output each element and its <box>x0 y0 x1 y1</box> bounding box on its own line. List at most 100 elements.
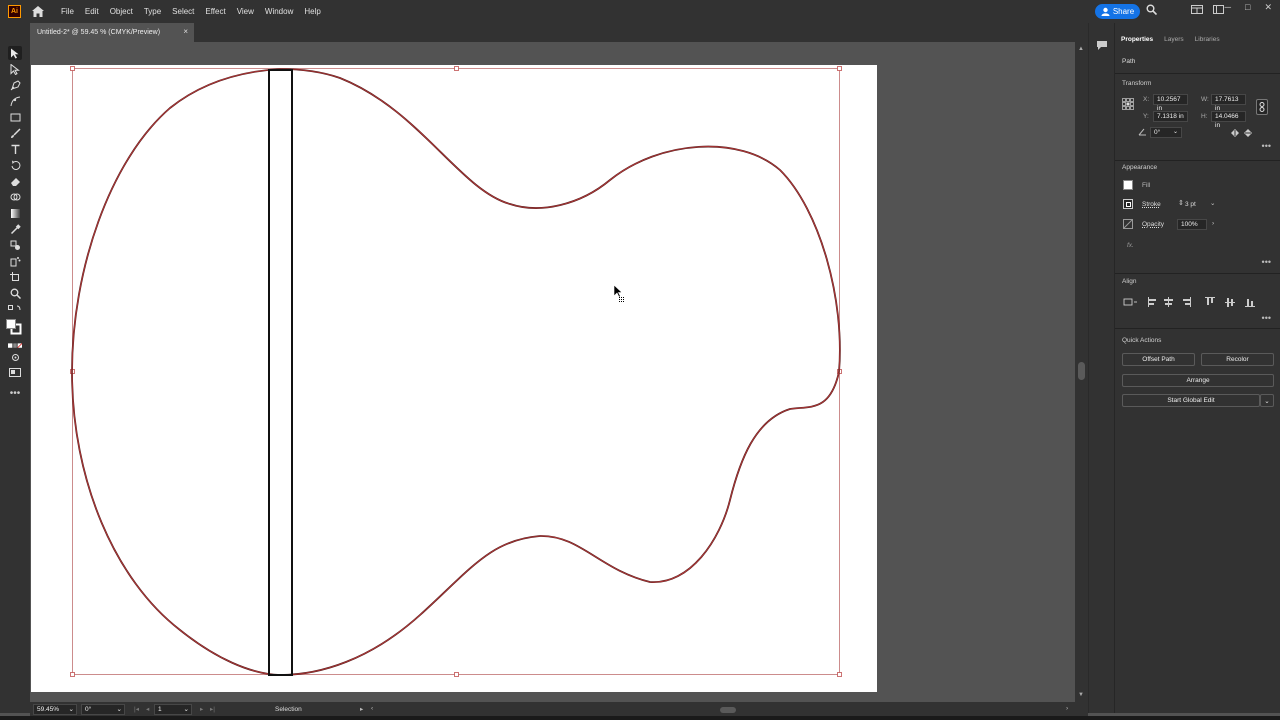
home-icon[interactable] <box>31 5 45 19</box>
scroll-down-icon[interactable]: ▼ <box>1078 692 1084 698</box>
workspace-icon[interactable] <box>1213 5 1224 14</box>
align-buttons[interactable] <box>1123 296 1273 308</box>
horizontal-scrollbar-thumb[interactable] <box>720 707 736 713</box>
artboard-number-field[interactable]: 1 ⌄ <box>154 704 192 715</box>
window-controls: ─ □ ✕ <box>1225 2 1272 13</box>
neck-rectangle <box>268 69 293 676</box>
menu-select[interactable]: Select <box>172 7 194 16</box>
menu-file[interactable]: File <box>61 7 74 16</box>
zoom-field[interactable]: 59.45% ⌄ <box>33 704 77 715</box>
menu-type[interactable]: Type <box>144 7 161 16</box>
opacity-expand-icon[interactable]: › <box>1212 220 1214 227</box>
previous-artboard-icon[interactable]: ◂ <box>146 705 149 713</box>
y-field[interactable]: 7.1318 in <box>1153 111 1188 122</box>
opacity-label[interactable]: Opacity <box>1142 221 1164 228</box>
stroke-stepper-icon[interactable]: ⇕ <box>1178 199 1184 207</box>
align-more-icon[interactable]: ••• <box>1262 313 1271 323</box>
tab-libraries[interactable]: Libraries <box>1195 36 1220 43</box>
menu-view[interactable]: View <box>237 7 254 16</box>
h-field[interactable]: 14.0466 in <box>1211 111 1246 129</box>
direct-selection-tool-icon[interactable] <box>8 62 22 76</box>
fill-swatch[interactable] <box>1123 180 1133 190</box>
appearance-more-icon[interactable]: ••• <box>1262 257 1271 267</box>
arrange-documents-icon[interactable] <box>1191 5 1203 14</box>
document-tab-title: Untitled-2* @ 59.45 % (CMYK/Preview) <box>37 29 161 36</box>
curvature-tool-icon[interactable] <box>8 94 22 108</box>
menu-help[interactable]: Help <box>304 7 320 16</box>
eraser-tool-icon[interactable] <box>8 174 22 188</box>
scroll-up-icon[interactable]: ▲ <box>1078 46 1084 52</box>
stroke-weight-value[interactable]: 3 pt <box>1185 201 1196 208</box>
tab-layers[interactable]: Layers <box>1164 36 1184 43</box>
stroke-dropdown-icon[interactable]: ⌄ <box>1210 199 1215 207</box>
start-global-edit-button[interactable]: Start Global Edit <box>1122 394 1260 407</box>
document-tab[interactable]: Untitled-2* @ 59.45 % (CMYK/Preview) × <box>30 23 194 42</box>
offset-path-button[interactable]: Offset Path <box>1122 353 1195 366</box>
menu-edit[interactable]: Edit <box>85 7 99 16</box>
quick-actions-title: Quick Actions <box>1122 337 1162 344</box>
next-artboard-icon[interactable]: ▸ <box>200 705 203 713</box>
paintbrush-tool-icon[interactable] <box>8 126 22 140</box>
opacity-field[interactable]: 100% <box>1177 219 1207 230</box>
rotate-view-value: 0° <box>85 706 92 713</box>
maximize-icon[interactable]: □ <box>1245 2 1250 13</box>
x-field[interactable]: 10.2567 in <box>1153 94 1188 112</box>
recolor-button[interactable]: Recolor <box>1201 353 1274 366</box>
global-edit-options-icon[interactable]: ⌄ <box>1260 394 1274 407</box>
rotate-tool-icon[interactable] <box>8 158 22 172</box>
rectangle-tool-icon[interactable] <box>8 110 22 124</box>
shape-builder-tool-icon[interactable] <box>8 190 22 204</box>
reference-point-icon[interactable] <box>1122 98 1134 110</box>
tab-properties[interactable]: Properties <box>1121 36 1153 43</box>
rotate-angle-field[interactable]: 0° ⌄ <box>1150 127 1182 138</box>
eyedropper-tool-icon[interactable] <box>8 222 22 236</box>
type-tool-icon[interactable] <box>8 142 22 156</box>
screen-mode-icon[interactable] <box>8 366 22 380</box>
scroll-right-icon[interactable]: › <box>1066 705 1068 712</box>
rotate-view-field[interactable]: 0° ⌄ <box>81 704 125 715</box>
angle-icon <box>1138 128 1146 136</box>
status-menu-icon[interactable]: ▸ <box>360 705 363 713</box>
close-window-icon[interactable]: ✕ <box>1264 2 1272 13</box>
pen-tool-icon[interactable] <box>8 78 22 92</box>
w-field[interactable]: 17.7613 in <box>1211 94 1246 112</box>
artboard-tool-icon[interactable] <box>8 270 22 284</box>
flip-horizontal-icon[interactable] <box>1230 129 1240 137</box>
share-button[interactable]: Share <box>1095 4 1140 19</box>
menu-window[interactable]: Window <box>265 7 293 16</box>
effects-fx-icon[interactable]: fx. <box>1127 242 1134 249</box>
fill-stroke-swatch[interactable] <box>6 319 22 335</box>
constrain-proportions-icon[interactable] <box>1256 99 1268 115</box>
symbol-sprayer-tool-icon[interactable] <box>8 254 22 268</box>
swap-fill-stroke-icon[interactable] <box>8 303 22 317</box>
stroke-label[interactable]: Stroke <box>1142 201 1161 208</box>
draw-mode-icon[interactable] <box>8 350 22 364</box>
zoom-tool-icon[interactable] <box>8 286 22 300</box>
first-artboard-icon[interactable]: |◂ <box>134 705 139 713</box>
menu-bar: Ai File Edit Object Type Select Effect V… <box>0 0 1280 23</box>
appearance-title: Appearance <box>1122 164 1158 171</box>
canvas[interactable] <box>30 42 1075 702</box>
blend-tool-icon[interactable] <box>8 238 22 252</box>
vertical-scrollbar[interactable]: ▲ ▼ <box>1075 42 1088 702</box>
minimize-icon[interactable]: ─ <box>1225 2 1231 13</box>
menu-effect[interactable]: Effect <box>205 7 225 16</box>
zoom-dropdown-icon: ⌄ <box>68 706 74 713</box>
menu-object[interactable]: Object <box>110 7 133 16</box>
transform-title: Transform <box>1122 80 1152 87</box>
gradient-tool-icon[interactable] <box>8 206 22 220</box>
guitar-body-artwork[interactable] <box>30 42 1075 702</box>
zoom-value: 59.45% <box>37 706 60 713</box>
transform-more-icon[interactable]: ••• <box>1262 141 1271 151</box>
search-icon[interactable] <box>1146 4 1157 15</box>
last-artboard-icon[interactable]: ▸| <box>210 705 215 713</box>
stroke-swatch[interactable] <box>1123 199 1133 209</box>
arrange-button[interactable]: Arrange <box>1122 374 1274 387</box>
flip-vertical-icon[interactable] <box>1244 128 1252 138</box>
more-tools-icon[interactable]: ••• <box>8 386 22 400</box>
scrollbar-thumb[interactable] <box>1078 362 1085 380</box>
close-tab-icon[interactable]: × <box>183 27 188 36</box>
selection-tool-icon[interactable] <box>8 46 22 60</box>
scroll-left-icon[interactable]: ‹ <box>371 705 373 712</box>
comments-icon[interactable] <box>1096 40 1108 51</box>
